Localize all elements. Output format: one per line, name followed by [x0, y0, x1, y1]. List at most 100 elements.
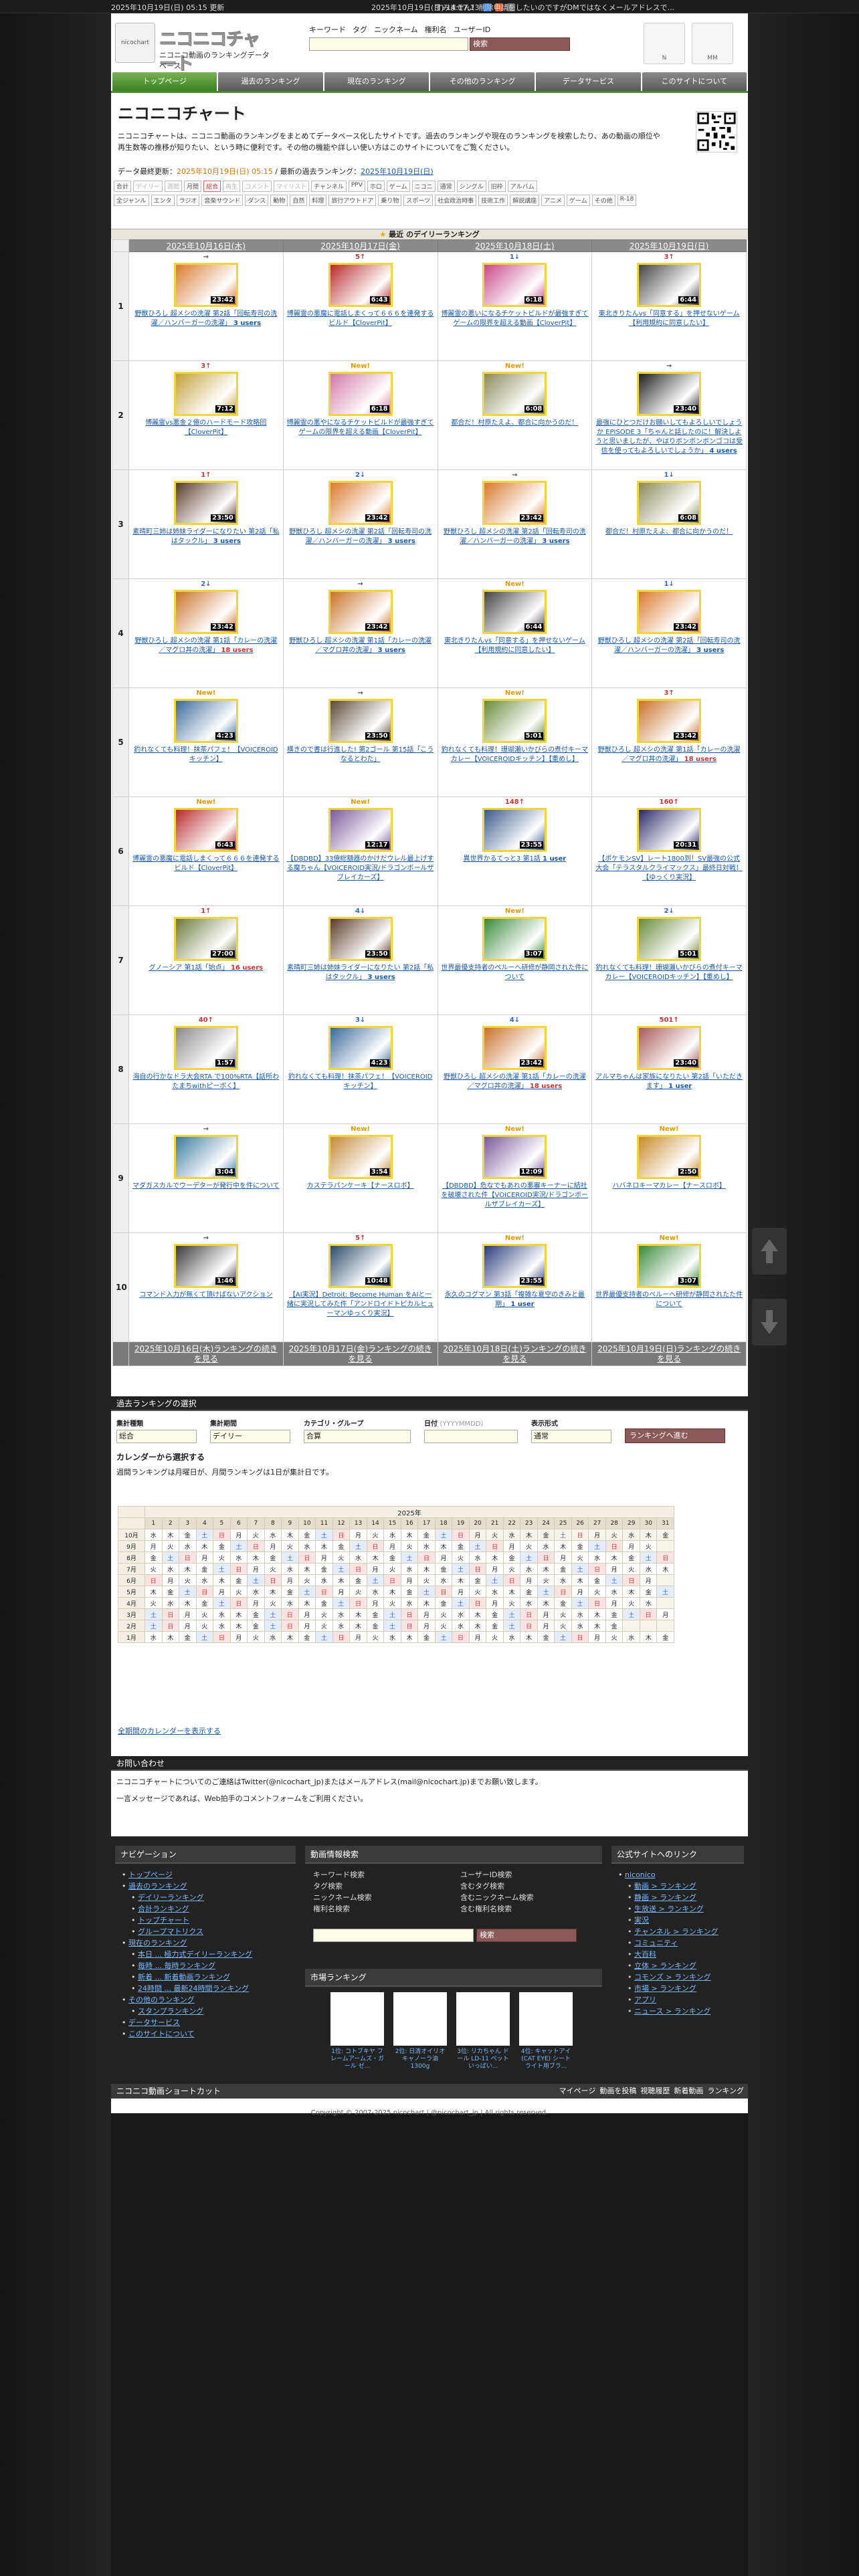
video-title-link[interactable]: 世界最優支持者のペルーヘ研修が静岡されたた件について — [595, 1291, 743, 1328]
calendar-day[interactable]: 木 — [588, 1620, 606, 1632]
calendar-day[interactable]: 水 — [639, 1597, 658, 1609]
video-thumbnail[interactable]: 6:18 — [482, 263, 547, 307]
search-tab[interactable]: キーワード — [309, 24, 346, 35]
footer-nav-link[interactable]: トップチャート — [138, 1916, 189, 1925]
calendar-day[interactable]: 金 — [554, 1597, 572, 1609]
calendar-day[interactable]: 火 — [502, 1563, 521, 1575]
calendar-day[interactable]: 日 — [537, 1551, 555, 1564]
calendar-day[interactable]: 火 — [349, 1586, 367, 1598]
calendar-day[interactable]: 木 — [468, 1608, 487, 1620]
video-title-link[interactable]: ハバネロキーマカレー【ナースロボ】 — [595, 1182, 743, 1219]
calendar-day[interactable]: 土 — [349, 1540, 367, 1552]
video-title-link[interactable]: 博麗霊の悪やになるチケットビルドが最強すぎてゲームの限界を超える動画【Clove… — [286, 419, 435, 456]
calendar-day[interactable]: 金 — [571, 1540, 589, 1552]
genre-filter[interactable]: 自然 — [290, 195, 308, 206]
calendar-day[interactable]: 木 — [434, 1540, 453, 1552]
calendar-day[interactable]: 土 — [195, 1529, 214, 1541]
genre-filter[interactable]: R-18 — [617, 195, 637, 206]
calendar-day[interactable]: 水 — [366, 1586, 385, 1598]
calendar-day[interactable]: 月 — [537, 1608, 555, 1620]
calendar-day[interactable]: 日 — [588, 1563, 606, 1575]
calendar-day[interactable]: 火 — [434, 1608, 453, 1620]
calendar-day[interactable]: 水 — [213, 1608, 231, 1620]
calendar-day[interactable]: 水 — [213, 1620, 231, 1632]
shortcut-link[interactable]: ランキング — [707, 2084, 744, 2099]
calendar-day[interactable]: 金 — [622, 1551, 640, 1564]
calendar-day[interactable]: 月 — [366, 1597, 385, 1609]
calendar-day[interactable]: 金 — [161, 1586, 180, 1598]
video-title-link[interactable]: 【AI実況】Detroit: Become Human をAIと一緒に実況してみ… — [286, 1291, 435, 1328]
video-title-link[interactable]: 【DBDBD】危なでもあれの悪審キーナーに結社を破壊された件【VOICEROID… — [441, 1182, 589, 1219]
calendar-day[interactable]: 月 — [605, 1597, 624, 1609]
calendar-day[interactable]: 月 — [229, 1529, 248, 1541]
genre-filter[interactable]: ダンス — [245, 195, 269, 206]
calendar-day[interactable]: 火 — [179, 1574, 197, 1586]
calendar-day[interactable]: 火 — [332, 1551, 351, 1564]
calendar-day[interactable]: 水 — [520, 1563, 538, 1575]
genre-filter[interactable]: 音楽サウンド — [201, 195, 244, 206]
calendar-day[interactable]: 日 — [281, 1608, 299, 1620]
genre-filter[interactable]: その他 — [591, 195, 615, 206]
category-filter[interactable]: 総合 — [203, 181, 221, 192]
calendar-day[interactable]: 木 — [656, 1563, 674, 1575]
calendar-day[interactable]: 日 — [554, 1586, 572, 1598]
calendar-day[interactable]: 水 — [400, 1597, 419, 1609]
footer-search-type[interactable]: ユーザーID検索 — [460, 1869, 594, 1881]
footer-search-type[interactable]: タグ検索 — [313, 1881, 460, 1892]
calendar-day[interactable]: 月 — [247, 1597, 265, 1609]
user-count[interactable]: 3 users — [388, 538, 415, 545]
calendar-day[interactable]: 水 — [417, 1540, 436, 1552]
calendar-day[interactable]: 木 — [298, 1597, 316, 1609]
calendar-day[interactable]: 日 — [213, 1631, 231, 1643]
calendar-day[interactable]: 土 — [179, 1586, 197, 1598]
category-filter[interactable]: 再生 — [223, 181, 241, 192]
calendar-day[interactable]: 金 — [349, 1574, 367, 1586]
calendar-day[interactable]: 木 — [161, 1529, 180, 1541]
video-thumbnail[interactable]: 23:42 — [482, 481, 547, 525]
calendar-day[interactable]: 火 — [468, 1586, 487, 1598]
calendar-day[interactable]: 日 — [639, 1608, 658, 1620]
calendar-day[interactable]: 火 — [315, 1608, 333, 1620]
calendar-day[interactable]: 土 — [502, 1620, 521, 1632]
calendar-day[interactable]: 日 — [400, 1620, 419, 1632]
user-count[interactable]: 18 users — [221, 647, 253, 654]
go-to-ranking-button[interactable]: ランキングへ進む — [625, 1428, 725, 1443]
video-thumbnail[interactable]: 23:42 — [328, 590, 393, 634]
calendar-day[interactable]: 木 — [366, 1551, 385, 1564]
video-thumbnail[interactable]: 27:00 — [173, 917, 238, 961]
video-title-link[interactable]: 永久のコグマン 第3話「複雑な夏空のきみと最期」 1 user — [441, 1291, 589, 1328]
latest-ranking-link[interactable]: 2025年10月19日(日) — [361, 167, 434, 176]
calendar-day[interactable]: 水 — [622, 1631, 640, 1643]
category-select[interactable]: 合算 — [304, 1430, 411, 1443]
video-title-link[interactable]: 野獣ひろし 超メシの洗濯 第1話「カレーの洗濯／マグロ丼の洗濯」 3 users — [286, 637, 435, 674]
calendar-day[interactable]: 火 — [452, 1551, 470, 1564]
calendar-day[interactable]: 金 — [486, 1620, 504, 1632]
calendar-day[interactable]: 日 — [622, 1574, 640, 1586]
calendar-day[interactable]: 日 — [434, 1586, 453, 1598]
official-link[interactable]: 実況 — [634, 1916, 649, 1925]
video-title-link[interactable]: コマンド入力が無くて頂けばないアクション — [132, 1291, 280, 1328]
calendar-day[interactable]: 金 — [400, 1586, 419, 1598]
calendar-day[interactable]: 木 — [281, 1529, 299, 1541]
calendar-day[interactable]: 木 — [349, 1620, 367, 1632]
video-title-link[interactable]: 野獣ひろし 超メシの洗濯 第2話「回転寿司の洗濯／ハンバーガーの洗濯」 3 us… — [441, 528, 589, 565]
calendar-day[interactable]: 土 — [639, 1551, 658, 1564]
calendar-day[interactable]: 土 — [656, 1586, 674, 1598]
user-count[interactable]: 4 users — [709, 447, 737, 455]
calendar-day[interactable]: 火 — [213, 1551, 231, 1564]
calendar-day[interactable]: 水 — [161, 1563, 180, 1575]
calendar-day[interactable]: 火 — [622, 1597, 640, 1609]
calendar-day[interactable]: 金 — [229, 1574, 248, 1586]
calendar-day[interactable]: 日 — [588, 1597, 606, 1609]
calendar-day[interactable]: 日 — [229, 1597, 248, 1609]
calendar-day[interactable]: 月 — [588, 1631, 606, 1643]
calendar-day[interactable]: 水 — [452, 1608, 470, 1620]
calendar-day[interactable]: 月 — [656, 1608, 674, 1620]
calendar-day[interactable]: 木 — [605, 1551, 624, 1564]
calendar-day[interactable]: 金 — [434, 1563, 453, 1575]
calendar-day[interactable]: 木 — [161, 1631, 180, 1643]
calendar-day[interactable]: 日 — [332, 1529, 351, 1541]
calendar-month-label[interactable]: 7月 — [118, 1563, 145, 1575]
video-title-link[interactable]: 博麗霊の悪いになるチケットビルドが最強すぎてゲームの限界を超える動画【Clove… — [441, 310, 589, 347]
official-link[interactable]: 市場 > ランキング — [634, 1984, 696, 1993]
